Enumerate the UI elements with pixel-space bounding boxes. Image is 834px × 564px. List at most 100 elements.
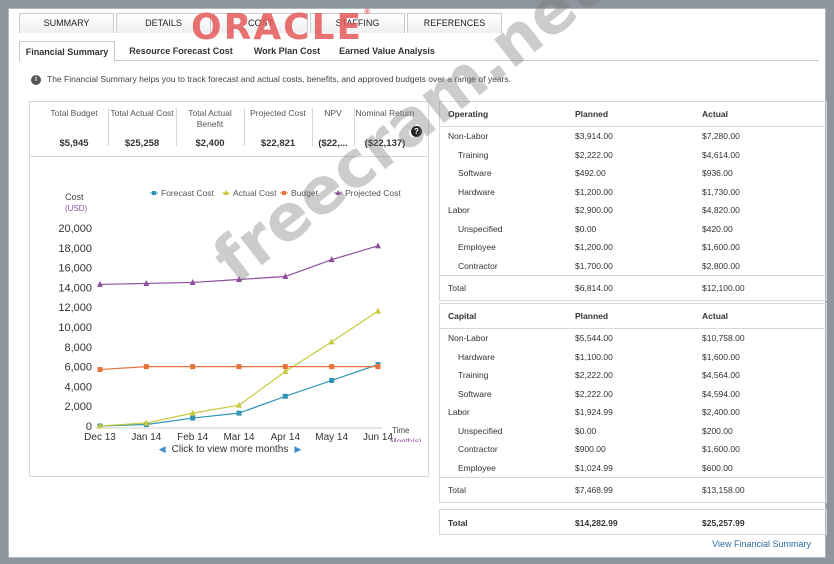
total-actual: $13,158.00	[702, 485, 745, 495]
row-label: Training	[458, 149, 489, 160]
y-tick-label: 6,000	[64, 362, 92, 374]
row-actual: $4,820.00	[702, 205, 740, 215]
row-label: Unspecified	[458, 223, 503, 234]
y-tick-label: 10,000	[58, 322, 92, 334]
total-label: Total	[448, 485, 466, 495]
table-row: Training $2,222.00 $4,614.00	[440, 146, 826, 165]
help-icon[interactable]: ?	[411, 126, 422, 137]
subtab-earned-value-analysis[interactable]: Earned Value Analysis	[335, 41, 439, 61]
row-actual: $600.00	[702, 462, 733, 473]
chevron-left-icon[interactable]: ◀	[153, 444, 172, 454]
row-planned: $2,222.00	[575, 149, 613, 160]
table-row: Hardware $1,100.00 $1,600.00	[440, 348, 826, 367]
row-label: Software	[458, 168, 492, 178]
data-point	[328, 338, 335, 345]
summary-metrics: Total Budget $5,945 Total Actual Cost $2…	[29, 101, 429, 157]
row-planned: $0.00	[575, 425, 597, 436]
sub-tab-bar: Financial Summary Resource Forecast Cost…	[19, 41, 819, 62]
header-category: Operating	[448, 109, 489, 119]
row-actual: $10,758.00	[702, 333, 745, 343]
row-planned: $1,024.99	[575, 462, 613, 473]
table-row: Labor $1,924.99 $2,400.00	[440, 403, 826, 422]
row-actual: $1,600.00	[702, 444, 740, 454]
row-actual: $200.00	[702, 425, 733, 436]
data-point	[97, 367, 103, 373]
y-tick-label: 14,000	[58, 282, 92, 294]
info-message: i The Financial Summary helps you to trac…	[31, 74, 511, 85]
metric-total-actual-cost: Total Actual Cost $25,258	[110, 108, 174, 149]
operating-table: Operating Planned Actual Non-Labor $3,914.00…	[439, 101, 827, 301]
row-label: Hardware	[458, 186, 495, 197]
table-row: Unspecified $0.00 $420.00	[440, 220, 826, 239]
row-label: Non-Labor	[448, 131, 489, 141]
data-point	[282, 364, 288, 370]
data-point	[236, 401, 242, 408]
table-row: Employee $1,024.99 $600.00	[440, 459, 826, 478]
row-label: Contractor	[458, 260, 498, 271]
row-planned: $2,222.00	[575, 388, 613, 399]
row-label: Employee	[458, 242, 496, 252]
y-tick-label: 2,000	[64, 401, 92, 413]
subtab-resource-forecast-cost[interactable]: Resource Forecast Cost	[123, 41, 239, 61]
subtab-work-plan-cost[interactable]: Work Plan Cost	[247, 41, 327, 61]
row-planned: $1,200.00	[575, 242, 613, 252]
legend-marker	[152, 191, 156, 195]
header-actual: Actual	[702, 311, 728, 321]
metric-total-actual-benefit: Total Actual Benefit $2,400	[188, 108, 232, 149]
row-actual: $1,730.00	[702, 186, 740, 197]
info-text: The Financial Summary helps you to track…	[47, 74, 511, 84]
table-row: Unspecified $0.00 $200.00	[440, 422, 826, 441]
row-planned: $5,544.00	[575, 333, 613, 343]
table-row: Contractor $900.00 $1,600.00	[440, 440, 826, 459]
table-row: Software $2,222.00 $4,594.00	[440, 385, 826, 404]
row-actual: $4,614.00	[702, 149, 740, 160]
y-tick-label: 4,000	[64, 381, 92, 393]
x-tick-label: Dec 13	[84, 432, 116, 442]
table-row: Non-Labor $3,914.00 $7,280.00	[440, 127, 826, 146]
row-actual: $1,600.00	[702, 242, 740, 252]
table-total-row: Total $6,814.00 $12,100.00	[440, 275, 826, 300]
legend-entry: Forecast Cost	[161, 188, 215, 198]
subtab-financial-summary[interactable]: Financial Summary	[19, 41, 115, 62]
data-point	[143, 364, 149, 370]
tab-references[interactable]: REFERENCES	[407, 13, 502, 33]
header-planned: Planned	[575, 311, 609, 321]
y-axis-label: Cost	[65, 192, 84, 202]
row-planned: $1,924.99	[575, 407, 613, 417]
x-tick-label: Mar 14	[223, 432, 255, 442]
row-actual: $4,594.00	[702, 388, 740, 399]
row-label: Labor	[448, 205, 470, 215]
header-planned: Planned	[575, 109, 609, 119]
data-point	[375, 364, 381, 370]
table-header: Capital Planned Actual	[440, 304, 826, 329]
y-tick-label: 18,000	[58, 243, 92, 255]
total-planned: $6,814.00	[575, 283, 613, 293]
y-tick-label: 12,000	[58, 302, 92, 314]
header-actual: Actual	[702, 109, 728, 119]
info-icon: i	[31, 74, 41, 85]
table-row: Hardware $1,200.00 $1,730.00	[440, 183, 826, 202]
chevron-right-icon[interactable]: ▶	[288, 444, 307, 454]
view-financial-summary-link[interactable]: View Financial Summary	[712, 539, 811, 549]
row-planned: $0.00	[575, 223, 597, 234]
series-line-forecast-cost	[99, 364, 379, 427]
data-point	[236, 410, 242, 416]
financial-summary-panel: SUMMARY DETAILS COST STAFFING REFERENCES…	[8, 7, 827, 558]
table-header: Operating Planned Actual	[440, 102, 826, 127]
tab-summary[interactable]: SUMMARY	[19, 13, 114, 33]
data-point	[329, 364, 335, 370]
chart-nav-text[interactable]: Click to view more months	[172, 444, 289, 455]
row-planned: $1,100.00	[575, 351, 613, 362]
row-planned: $2,222.00	[575, 370, 613, 380]
cost-line-chart: Cost (USD) 20,000 18,000 16,000 14,000 12,000 1…	[58, 188, 422, 442]
row-label: Labor	[448, 407, 470, 417]
total-actual: $12,100.00	[702, 283, 745, 293]
row-planned: $1,200.00	[575, 186, 613, 197]
table-row: Software $492.00 $936.00	[440, 164, 826, 183]
data-point	[375, 307, 381, 314]
y-tick-label: 8,000	[64, 342, 92, 354]
data-point	[329, 377, 335, 383]
x-axis-label: Time	[392, 426, 410, 435]
table-row: Non-Labor $5,544.00 $10,758.00	[440, 329, 826, 348]
x-tick-label: May 14	[315, 432, 348, 442]
